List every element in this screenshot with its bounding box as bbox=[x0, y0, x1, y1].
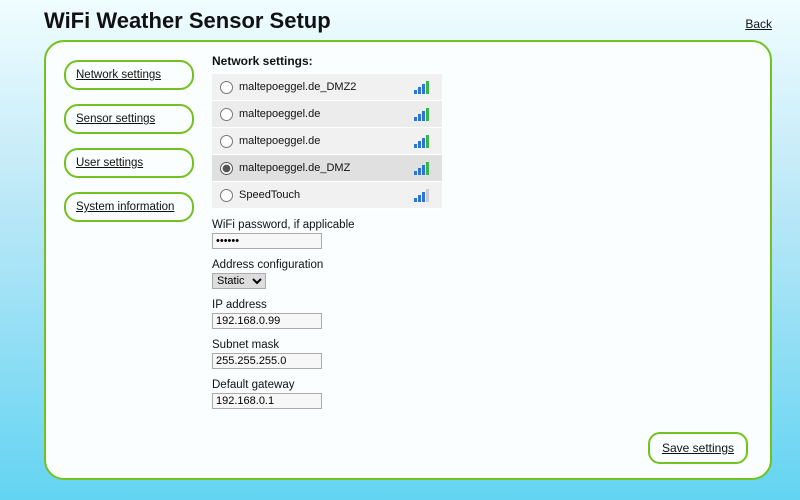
wifi-password-input[interactable] bbox=[212, 233, 322, 249]
subnet-mask-label: Subnet mask bbox=[212, 339, 752, 351]
default-gateway-input[interactable] bbox=[212, 393, 322, 409]
section-title: Network settings: bbox=[212, 54, 752, 68]
main-panel: Network settings Sensor settings User se… bbox=[44, 40, 772, 480]
wifi-network-list[interactable]: maltepoeggel.de_DMZ2 maltepoeggel.de malte… bbox=[212, 74, 442, 209]
wifi-network-radio[interactable] bbox=[220, 189, 233, 202]
default-gateway-label: Default gateway bbox=[212, 379, 752, 391]
subnet-mask-input[interactable] bbox=[212, 353, 322, 369]
wifi-network-row[interactable]: maltepoeggel.de bbox=[212, 128, 442, 155]
wifi-network-name: maltepoeggel.de_DMZ bbox=[239, 162, 414, 174]
sidebar: Network settings Sensor settings User se… bbox=[64, 52, 194, 466]
sidebar-item-sensor[interactable]: Sensor settings bbox=[64, 104, 194, 134]
signal-icon bbox=[414, 188, 434, 202]
wifi-network-name: SpeedTouch bbox=[239, 189, 414, 201]
wifi-network-row[interactable]: maltepoeggel.de_DMZ bbox=[212, 155, 442, 182]
wifi-network-row[interactable]: maltepoeggel.de bbox=[212, 101, 442, 128]
wifi-network-name: maltepoeggel.de_DMZ2 bbox=[239, 81, 414, 93]
wifi-network-radio[interactable] bbox=[220, 135, 233, 148]
back-link[interactable]: Back bbox=[745, 17, 772, 31]
wifi-network-name: maltepoeggel.de bbox=[239, 108, 414, 120]
save-settings-button[interactable]: Save settings bbox=[648, 432, 748, 464]
signal-icon bbox=[414, 80, 434, 94]
page-title: WiFi Weather Sensor Setup bbox=[44, 8, 331, 34]
address-config-label: Address configuration bbox=[212, 259, 752, 271]
wifi-network-row[interactable]: SpeedTouch bbox=[212, 182, 442, 209]
sidebar-item-system[interactable]: System information bbox=[64, 192, 194, 222]
wifi-network-row[interactable]: maltepoeggel.de_DMZ2 bbox=[212, 74, 442, 101]
signal-icon bbox=[414, 107, 434, 121]
wifi-network-radio[interactable] bbox=[220, 108, 233, 121]
signal-icon bbox=[414, 134, 434, 148]
ip-address-label: IP address bbox=[212, 299, 752, 311]
sidebar-item-network[interactable]: Network settings bbox=[64, 60, 194, 90]
content-area: Network settings: maltepoeggel.de_DMZ2ma… bbox=[212, 52, 752, 466]
wifi-password-label: WiFi password, if applicable bbox=[212, 219, 752, 231]
wifi-network-radio[interactable] bbox=[220, 81, 233, 94]
sidebar-item-user[interactable]: User settings bbox=[64, 148, 194, 178]
address-config-select[interactable]: StaticDHCP bbox=[212, 273, 266, 289]
wifi-network-radio[interactable] bbox=[220, 162, 233, 175]
wifi-network-name: maltepoeggel.de bbox=[239, 135, 414, 147]
ip-address-input[interactable] bbox=[212, 313, 322, 329]
signal-icon bbox=[414, 161, 434, 175]
